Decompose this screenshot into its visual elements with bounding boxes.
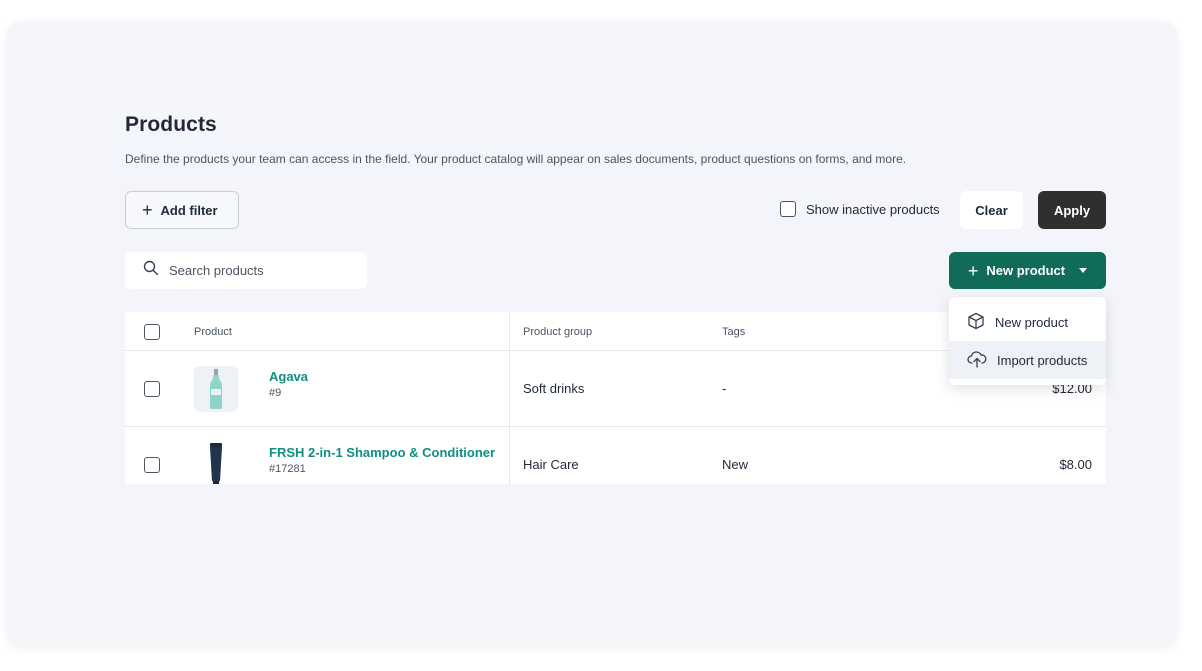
clear-button[interactable]: Clear [960, 191, 1023, 229]
show-inactive-toggle[interactable]: Show inactive products [780, 201, 940, 217]
show-inactive-checkbox[interactable] [780, 201, 796, 217]
product-name[interactable]: FRSH 2-in-1 Shampoo & Conditioner [269, 445, 495, 460]
new-product-dropdown: New product Import products [949, 297, 1106, 385]
dropdown-item-import-products[interactable]: Import products [949, 341, 1106, 379]
dropdown-item-new-product[interactable]: New product [949, 303, 1106, 341]
dropdown-item-label: Import products [997, 352, 1088, 368]
plus-icon: + [142, 200, 153, 220]
product-thumbnail [194, 366, 238, 412]
row-checkbox[interactable] [144, 381, 160, 397]
product-price: $8.00 [1059, 457, 1092, 472]
tube-image [210, 443, 222, 484]
chevron-down-icon[interactable] [1079, 268, 1088, 273]
product-group: Hair Care [523, 457, 579, 472]
page-title: Products [125, 113, 217, 136]
product-thumbnail [194, 442, 238, 484]
cloud-upload-icon [967, 350, 987, 371]
search-box [125, 252, 367, 289]
product-name[interactable]: Agava [269, 369, 308, 384]
dropdown-item-label: New product [995, 314, 1068, 330]
product-tags: - [722, 381, 727, 396]
product-sku: #17281 [269, 463, 306, 475]
plus-icon: + [967, 260, 979, 281]
table-row[interactable]: FRSH 2-in-1 Shampoo & Conditioner #17281… [125, 427, 1106, 484]
row-checkbox[interactable] [144, 457, 160, 473]
apply-button[interactable]: Apply [1038, 191, 1106, 229]
cube-icon [967, 312, 985, 333]
add-filter-label: Add filter [160, 202, 218, 218]
product-tags: New [722, 457, 749, 472]
select-all-checkbox[interactable] [144, 324, 160, 340]
new-product-button[interactable]: + New product [949, 252, 1106, 289]
show-inactive-label: Show inactive products [806, 201, 940, 217]
search-icon [143, 260, 159, 281]
new-product-label: New product [986, 263, 1066, 278]
header-product[interactable]: Product [194, 326, 232, 338]
page-subtitle: Define the products your team can access… [125, 152, 907, 166]
product-sku: #9 [269, 387, 282, 399]
add-filter-button[interactable]: + Add filter [125, 191, 239, 229]
header-product-group[interactable]: Product group [523, 326, 592, 338]
product-group: Soft drinks [523, 381, 585, 396]
header-tags[interactable]: Tags [722, 326, 745, 338]
search-input[interactable] [169, 263, 349, 278]
bottle-image [210, 369, 222, 409]
